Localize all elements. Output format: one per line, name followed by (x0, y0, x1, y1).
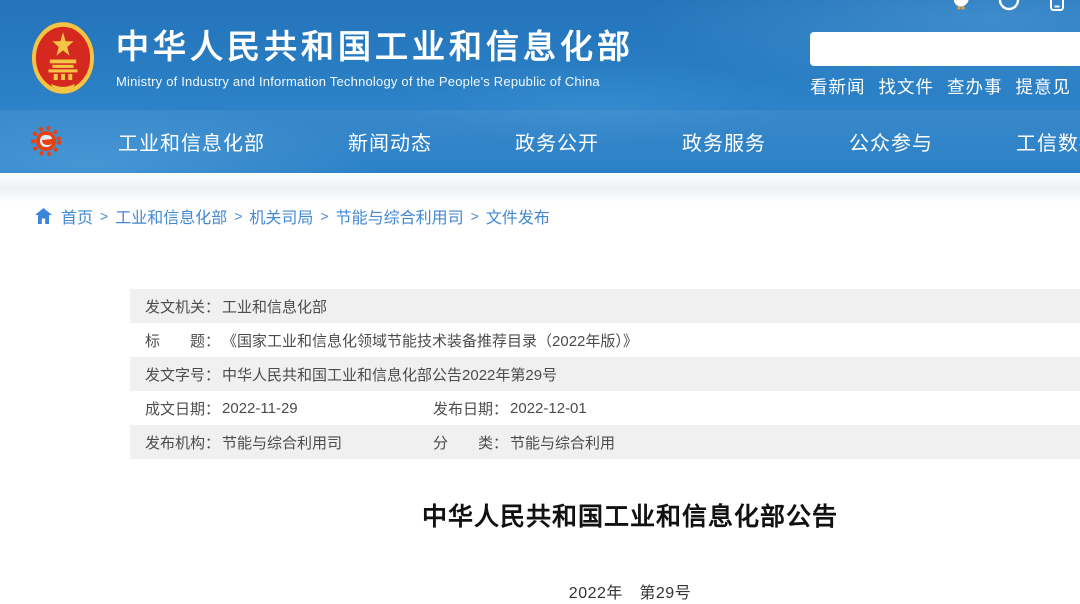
announcement-issue-number: 2022年 第29号 (130, 579, 1080, 603)
search-input[interactable] (810, 32, 1080, 66)
meta-value: 《国家工业和信息化领域节能技术装备推荐目录（2022年版）》 (222, 330, 638, 351)
meta-value: 工业和信息化部 (222, 296, 327, 317)
breadcrumb-miit[interactable]: 工业和信息化部 (115, 204, 227, 228)
meta-label: 标 题： (145, 330, 220, 351)
breadcrumb-energy-dept[interactable]: 节能与综合利用司 (336, 204, 464, 228)
meta-row-title: 标 题： 《国家工业和信息化领域节能技术装备推荐目录（2022年版）》 (130, 323, 1080, 357)
breadcrumb-separator: > (227, 208, 249, 224)
breadcrumb-separator: > (464, 208, 486, 224)
meta-value: 2022-12-01 (510, 400, 587, 417)
header-utility-icons (948, 0, 1080, 13)
header-quick-links: 看新闻 找文件 查办事 提意见 查 (810, 74, 1080, 99)
nav-item-news[interactable]: 新闻动态 (348, 127, 432, 156)
breadcrumb-departments[interactable]: 机关司局 (249, 204, 313, 228)
nav-item-public-participation[interactable]: 公众参与 (849, 127, 933, 156)
meta-row-issuing-authority: 发文机关： 工业和信息化部 (130, 289, 1080, 323)
miit-document-page: { "header": { "site_title": "中华人民共和国工业和信… (0, 0, 1080, 604)
breadcrumb-separator: > (313, 208, 335, 224)
meta-value: 节能与综合利用司 (222, 432, 342, 453)
breadcrumb: 首页 > 工业和信息化部 > 机关司局 > 节能与综合利用司 > 文件发布 (0, 201, 1080, 231)
meta-value: 2022-11-29 (222, 400, 298, 417)
announcement-title: 中华人民共和国工业和信息化部公告 (130, 501, 1080, 533)
quick-link-files[interactable]: 找文件 (879, 74, 935, 99)
site-subtitle-en: Ministry of Industry and Information Tec… (116, 74, 634, 89)
nav-item-gov-services[interactable]: 政务服务 (682, 127, 766, 156)
meta-value: 中华人民共和国工业和信息化部公告2022年第29号 (222, 364, 557, 385)
quick-link-services[interactable]: 查办事 (947, 74, 1003, 99)
accessible-browse-icon[interactable] (996, 0, 1022, 13)
header-shadow-strip (0, 173, 1080, 201)
breadcrumb-separator: > (93, 208, 115, 224)
nav-items: 工业和信息化部 新闻动态 政务公开 政务服务 公众参与 工信数据 (0, 127, 1080, 156)
miit-gear-e-icon (30, 125, 62, 157)
quick-link-news[interactable]: 看新闻 (810, 74, 866, 99)
site-title-block: 中华人民共和国工业和信息化部 Ministry of Industry and … (116, 30, 634, 89)
meta-label: 发布机构： (145, 432, 220, 453)
nav-item-gov-disclosure[interactable]: 政务公开 (515, 127, 599, 156)
primary-navbar: 工业和信息化部 新闻动态 政务公开 政务服务 公众参与 工信数据 (0, 110, 1080, 173)
nav-item-miit[interactable]: 工业和信息化部 (118, 127, 265, 156)
meta-value: 节能与综合利用 (510, 432, 615, 453)
nav-item-data[interactable]: 工信数据 (1016, 127, 1080, 156)
meta-label: 发文机关： (145, 296, 220, 317)
home-icon[interactable] (35, 208, 52, 224)
meta-row-dates: 成文日期： 2022-11-29 发布日期： 2022-12-01 (130, 391, 1080, 425)
meta-row-publisher-category: 发布机构： 节能与综合利用司 分 类： 节能与综合利用 (130, 425, 1080, 459)
breadcrumb-home[interactable]: 首页 (61, 204, 93, 228)
meta-label: 成文日期： (145, 398, 220, 419)
meta-label: 分 类： (433, 432, 508, 453)
breadcrumb-file-release[interactable]: 文件发布 (486, 204, 550, 228)
site-header: 中华人民共和国工业和信息化部 Ministry of Industry and … (0, 0, 1080, 173)
document-content: 发文机关： 工业和信息化部 标 题： 《国家工业和信息化领域节能技术装备推荐目录… (130, 289, 1080, 603)
document-meta-table: 发文机关： 工业和信息化部 标 题： 《国家工业和信息化领域节能技术装备推荐目录… (130, 289, 1080, 459)
site-title: 中华人民共和国工业和信息化部 (116, 30, 634, 64)
quick-link-feedback[interactable]: 提意见 (1016, 74, 1072, 99)
meta-label: 发文字号： (145, 364, 220, 385)
dove-icon[interactable] (948, 0, 974, 13)
meta-row-document-number: 发文字号： 中华人民共和国工业和信息化部公告2022年第29号 (130, 357, 1080, 391)
national-emblem-logo (30, 20, 96, 96)
mobile-version-icon[interactable] (1044, 0, 1070, 13)
meta-label: 发布日期： (433, 398, 508, 419)
